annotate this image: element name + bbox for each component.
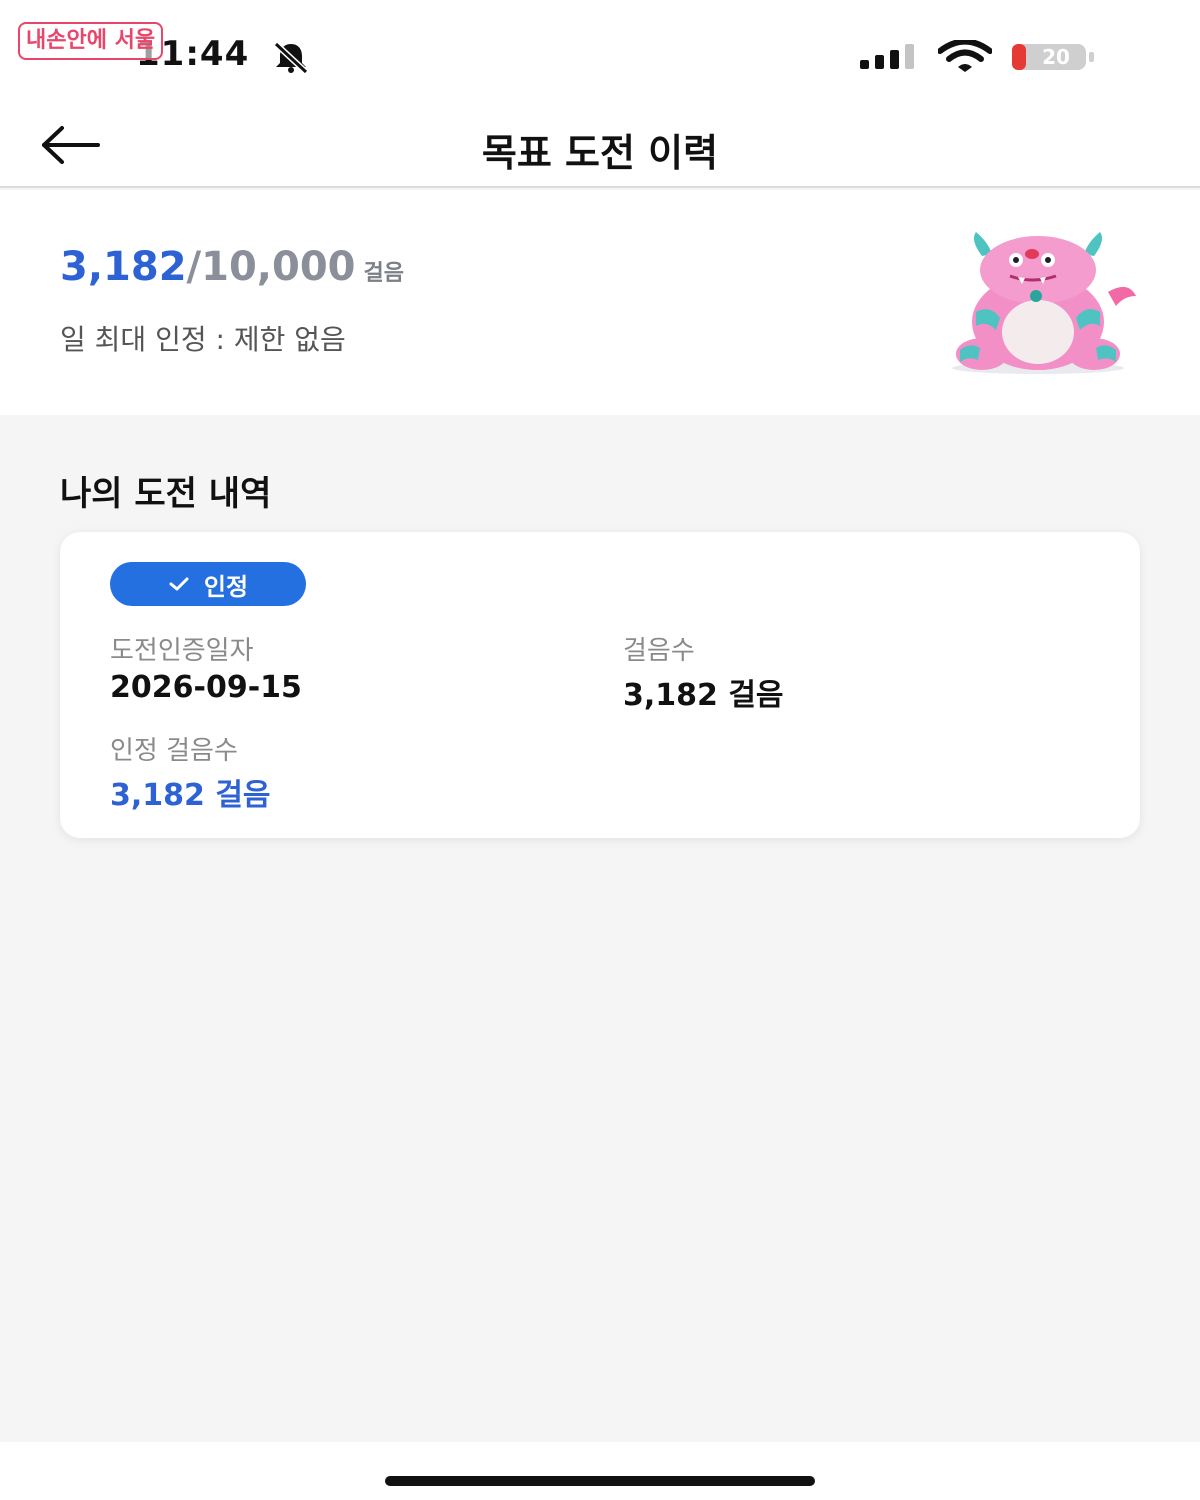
steps-label: 걸음수: [623, 636, 695, 666]
battery-level: 20: [1042, 45, 1070, 69]
challenge-record-card: 인정 도전인증일자 2026-09-15 걸음수 3,182 걸음 인정 걸음수…: [60, 532, 1140, 838]
steps-value: 3,182 걸음: [623, 678, 784, 713]
check-icon: [169, 577, 189, 591]
steps-progress: 3,182/10,000 걸음: [60, 244, 404, 290]
status-badge: 인정: [110, 562, 306, 606]
mascot-illustration: [952, 232, 1136, 374]
battery-icon: 20: [1010, 42, 1096, 72]
status-bar: 내손안에 서울 11:44 20: [0, 0, 1200, 100]
bell-slash-icon: [273, 41, 309, 74]
goal-steps: /10,000: [186, 244, 356, 290]
recognized-steps-value: 3,182 걸음: [110, 778, 271, 813]
wifi-icon: [938, 40, 992, 72]
goal-summary: 3,182/10,000 걸음 일 최대 인정 : 제한 없음: [0, 190, 1200, 415]
current-steps: 3,182: [60, 244, 187, 290]
recognized-steps-label: 인정 걸음수: [110, 736, 238, 766]
date-label: 도전인증일자: [110, 636, 254, 666]
status-badge-label: 인정: [203, 572, 249, 601]
steps-unit: 걸음: [363, 261, 404, 286]
home-indicator-area: [0, 1442, 1200, 1500]
cellular-signal-icon: [860, 44, 914, 69]
watermark-logo: 내손안에 서울: [18, 22, 164, 60]
nav-header: 목표 도전 이력: [0, 100, 1200, 188]
daily-limit-text: 일 최대 인정 : 제한 없음: [60, 323, 346, 356]
date-value: 2026-09-15: [110, 670, 302, 705]
history-heading: 나의 도전 내역: [60, 474, 272, 514]
home-indicator[interactable]: [385, 1476, 815, 1486]
page-title: 목표 도전 이력: [481, 131, 719, 175]
